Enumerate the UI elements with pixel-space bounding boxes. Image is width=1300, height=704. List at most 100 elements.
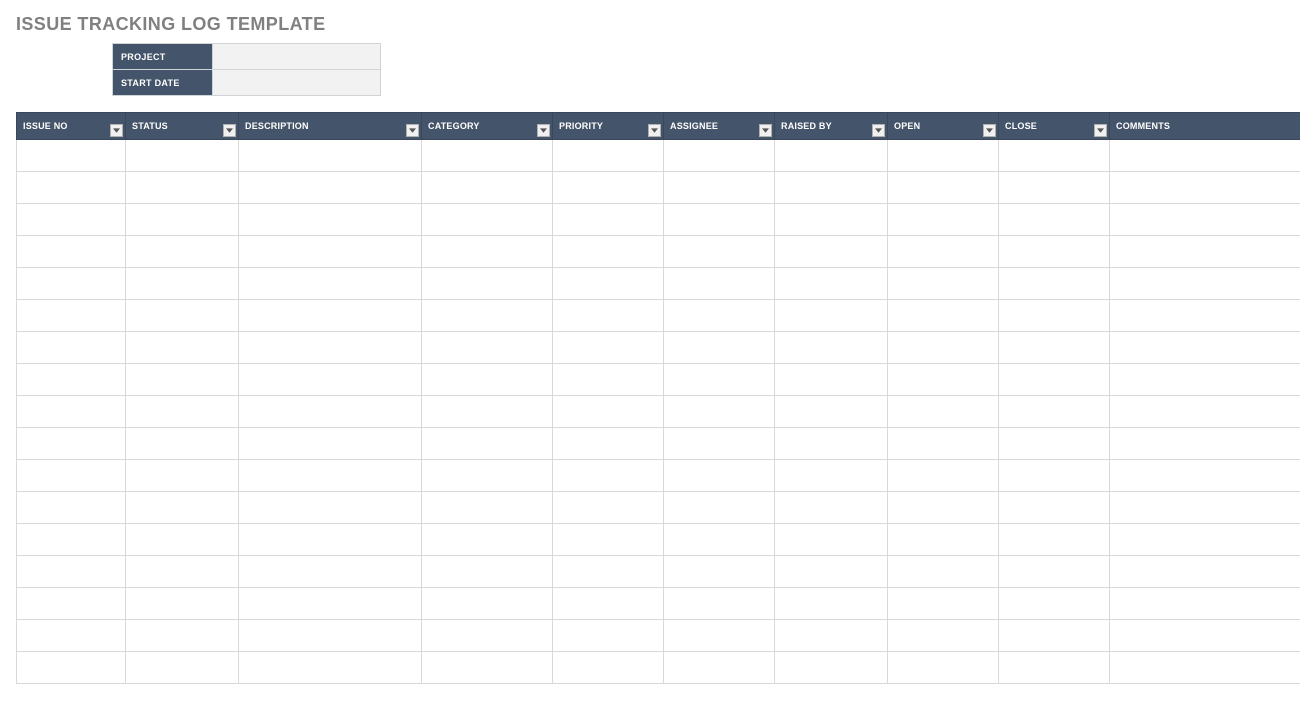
cell-open[interactable]: [888, 332, 999, 364]
cell-raised_by[interactable]: [775, 492, 888, 524]
cell-close[interactable]: [999, 364, 1110, 396]
cell-raised_by[interactable]: [775, 332, 888, 364]
cell-priority[interactable]: [553, 204, 664, 236]
cell-close[interactable]: [999, 492, 1110, 524]
cell-category[interactable]: [422, 396, 553, 428]
cell-raised_by[interactable]: [775, 300, 888, 332]
cell-priority[interactable]: [553, 492, 664, 524]
cell-description[interactable]: [239, 524, 422, 556]
cell-issue_no[interactable]: [17, 172, 126, 204]
cell-category[interactable]: [422, 652, 553, 684]
cell-raised_by[interactable]: [775, 556, 888, 588]
cell-assignee[interactable]: [664, 268, 775, 300]
cell-category[interactable]: [422, 268, 553, 300]
cell-priority[interactable]: [553, 172, 664, 204]
cell-priority[interactable]: [553, 332, 664, 364]
cell-description[interactable]: [239, 172, 422, 204]
cell-open[interactable]: [888, 364, 999, 396]
cell-issue_no[interactable]: [17, 332, 126, 364]
cell-description[interactable]: [239, 588, 422, 620]
cell-close[interactable]: [999, 428, 1110, 460]
cell-close[interactable]: [999, 588, 1110, 620]
cell-comments[interactable]: [1110, 268, 1300, 300]
filter-dropdown-status[interactable]: [223, 124, 236, 137]
cell-open[interactable]: [888, 268, 999, 300]
cell-close[interactable]: [999, 652, 1110, 684]
cell-assignee[interactable]: [664, 140, 775, 172]
cell-assignee[interactable]: [664, 364, 775, 396]
cell-close[interactable]: [999, 524, 1110, 556]
cell-issue_no[interactable]: [17, 428, 126, 460]
cell-assignee[interactable]: [664, 300, 775, 332]
filter-dropdown-category[interactable]: [537, 124, 550, 137]
cell-priority[interactable]: [553, 556, 664, 588]
cell-comments[interactable]: [1110, 460, 1300, 492]
cell-comments[interactable]: [1110, 428, 1300, 460]
cell-comments[interactable]: [1110, 332, 1300, 364]
cell-open[interactable]: [888, 300, 999, 332]
cell-issue_no[interactable]: [17, 492, 126, 524]
cell-category[interactable]: [422, 332, 553, 364]
cell-description[interactable]: [239, 364, 422, 396]
cell-close[interactable]: [999, 332, 1110, 364]
cell-status[interactable]: [126, 172, 239, 204]
cell-priority[interactable]: [553, 524, 664, 556]
cell-assignee[interactable]: [664, 588, 775, 620]
filter-dropdown-open[interactable]: [983, 124, 996, 137]
cell-priority[interactable]: [553, 236, 664, 268]
cell-status[interactable]: [126, 140, 239, 172]
cell-status[interactable]: [126, 396, 239, 428]
cell-category[interactable]: [422, 556, 553, 588]
cell-open[interactable]: [888, 524, 999, 556]
cell-comments[interactable]: [1110, 652, 1300, 684]
cell-category[interactable]: [422, 524, 553, 556]
cell-raised_by[interactable]: [775, 428, 888, 460]
cell-open[interactable]: [888, 556, 999, 588]
cell-priority[interactable]: [553, 428, 664, 460]
cell-issue_no[interactable]: [17, 460, 126, 492]
cell-description[interactable]: [239, 620, 422, 652]
cell-assignee[interactable]: [664, 204, 775, 236]
cell-category[interactable]: [422, 492, 553, 524]
filter-dropdown-description[interactable]: [406, 124, 419, 137]
cell-issue_no[interactable]: [17, 524, 126, 556]
cell-priority[interactable]: [553, 268, 664, 300]
cell-assignee[interactable]: [664, 460, 775, 492]
cell-comments[interactable]: [1110, 556, 1300, 588]
cell-category[interactable]: [422, 172, 553, 204]
cell-priority[interactable]: [553, 588, 664, 620]
cell-issue_no[interactable]: [17, 140, 126, 172]
cell-priority[interactable]: [553, 460, 664, 492]
cell-status[interactable]: [126, 556, 239, 588]
cell-close[interactable]: [999, 396, 1110, 428]
cell-close[interactable]: [999, 140, 1110, 172]
cell-status[interactable]: [126, 364, 239, 396]
cell-comments[interactable]: [1110, 236, 1300, 268]
cell-status[interactable]: [126, 236, 239, 268]
cell-description[interactable]: [239, 652, 422, 684]
cell-raised_by[interactable]: [775, 204, 888, 236]
cell-category[interactable]: [422, 620, 553, 652]
cell-raised_by[interactable]: [775, 652, 888, 684]
cell-issue_no[interactable]: [17, 236, 126, 268]
cell-description[interactable]: [239, 492, 422, 524]
cell-issue_no[interactable]: [17, 620, 126, 652]
cell-priority[interactable]: [553, 652, 664, 684]
cell-status[interactable]: [126, 204, 239, 236]
cell-status[interactable]: [126, 428, 239, 460]
cell-open[interactable]: [888, 140, 999, 172]
cell-description[interactable]: [239, 396, 422, 428]
cell-status[interactable]: [126, 492, 239, 524]
cell-priority[interactable]: [553, 620, 664, 652]
cell-open[interactable]: [888, 588, 999, 620]
cell-assignee[interactable]: [664, 172, 775, 204]
cell-category[interactable]: [422, 236, 553, 268]
cell-status[interactable]: [126, 588, 239, 620]
cell-priority[interactable]: [553, 396, 664, 428]
cell-category[interactable]: [422, 460, 553, 492]
cell-close[interactable]: [999, 460, 1110, 492]
cell-open[interactable]: [888, 396, 999, 428]
cell-description[interactable]: [239, 460, 422, 492]
project-input[interactable]: [219, 43, 378, 70]
cell-issue_no[interactable]: [17, 556, 126, 588]
